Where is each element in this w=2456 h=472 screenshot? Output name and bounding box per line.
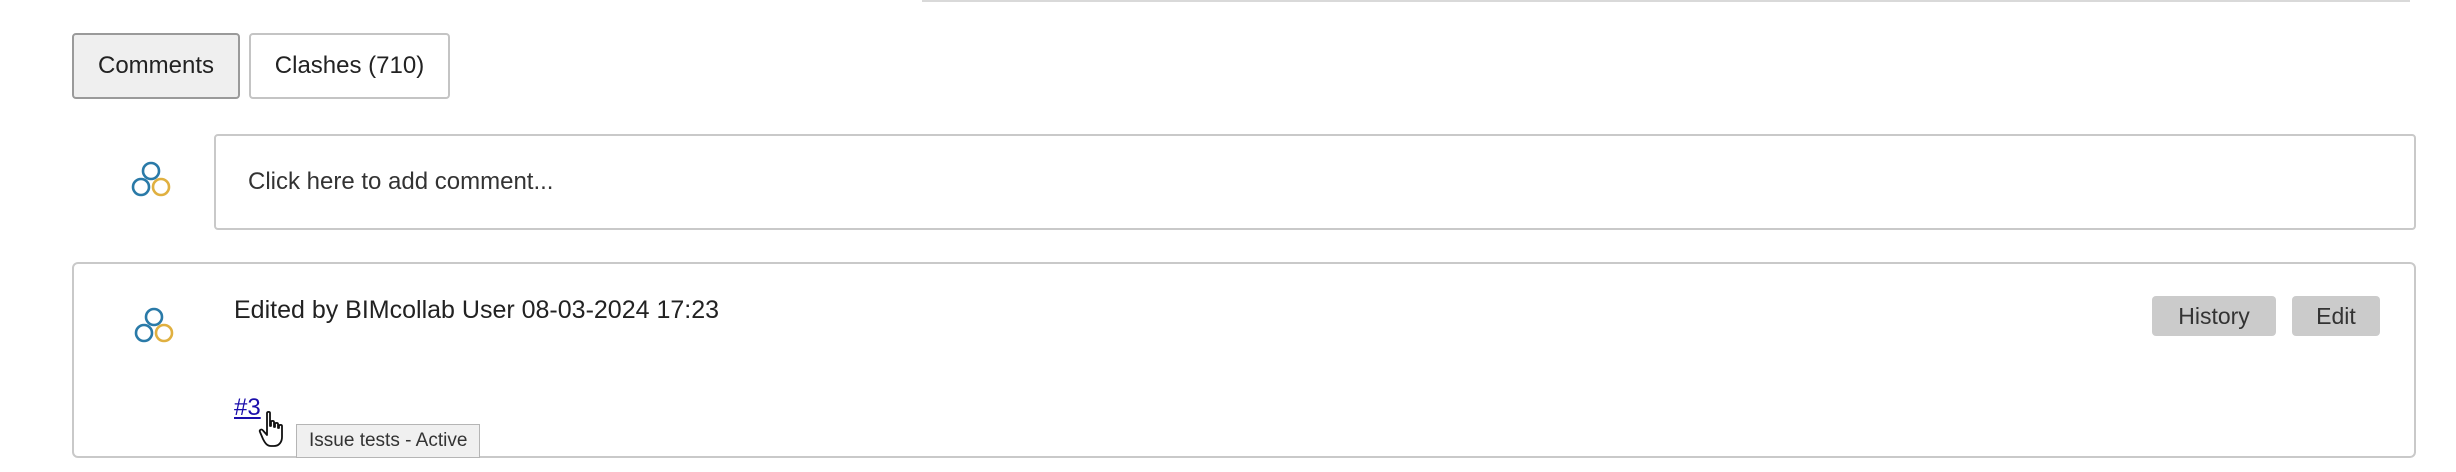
issue-tooltip: Issue tests - Active — [296, 424, 481, 458]
tab-clashes[interactable]: Clashes (710) — [249, 33, 450, 99]
history-button[interactable]: History — [2152, 296, 2276, 336]
bimcollab-logo-icon — [131, 161, 171, 197]
tab-comments[interactable]: Comments — [72, 33, 240, 99]
add-comment-input[interactable]: Click here to add comment... — [214, 134, 2416, 230]
bimcollab-logo-icon — [134, 307, 174, 343]
hand-pointer-icon — [258, 410, 288, 450]
edit-button[interactable]: Edit — [2292, 296, 2380, 336]
issue-link[interactable]: #3 — [234, 394, 261, 422]
comment-meta: Edited by BIMcollab User 08-03-2024 17:2… — [234, 296, 720, 324]
top-divider — [922, 0, 2410, 2]
avatar — [129, 160, 173, 200]
avatar — [132, 306, 176, 346]
